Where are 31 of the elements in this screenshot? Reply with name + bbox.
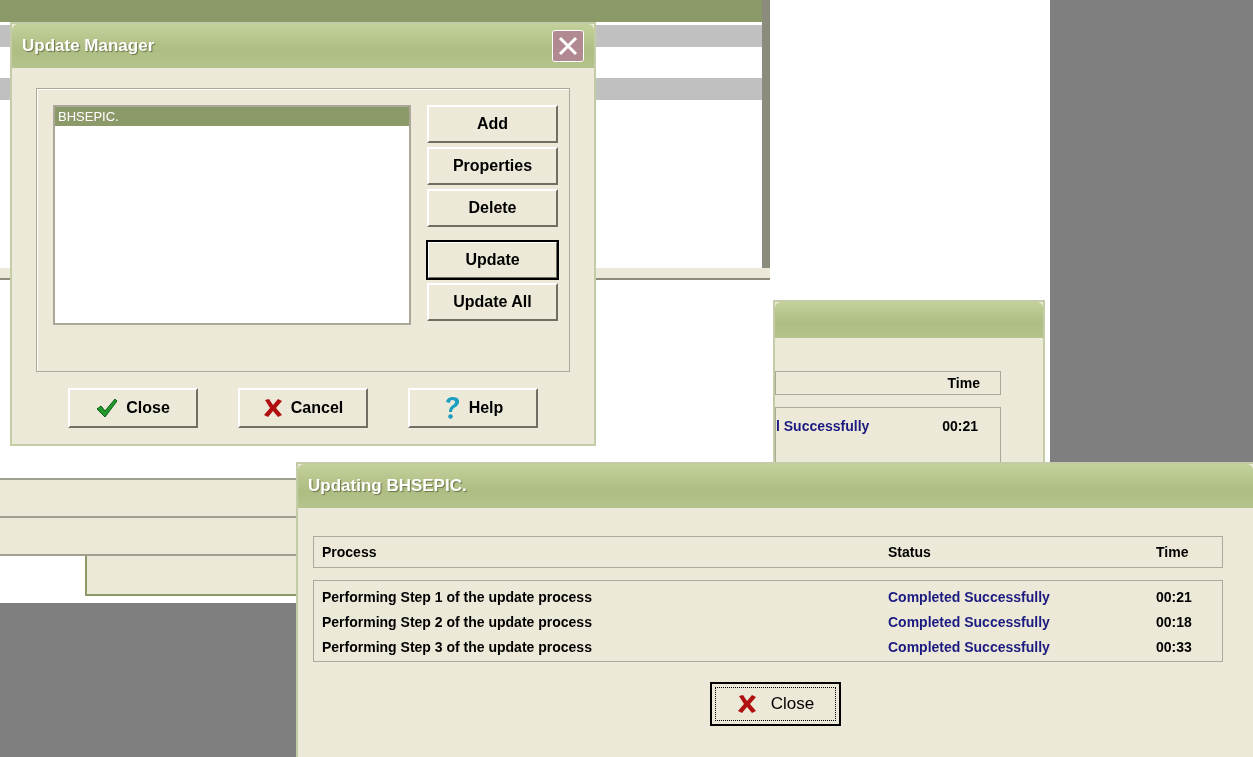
status-text: Completed Successfully bbox=[888, 639, 1051, 655]
dialog-button[interactable]: Close bbox=[68, 388, 198, 428]
dialog-button[interactable]: Cancel bbox=[238, 388, 368, 428]
column-header: Time bbox=[1156, 544, 1190, 560]
process-text: Performing Step 3 of the update process bbox=[322, 639, 593, 655]
dialog-button[interactable]: Properties bbox=[427, 147, 558, 185]
close-icon bbox=[557, 35, 579, 57]
status-text: Completed Successfully bbox=[888, 589, 1051, 605]
dialog-button[interactable]: Add bbox=[427, 105, 558, 143]
dialog-button[interactable]: Delete bbox=[427, 189, 558, 227]
process-text: Performing Step 2 of the update process bbox=[322, 614, 593, 630]
x-icon bbox=[736, 694, 757, 714]
dialog-button[interactable]: Update All bbox=[427, 283, 558, 321]
dialog-button[interactable]: Help bbox=[408, 388, 538, 428]
column-header: Time bbox=[947, 374, 980, 391]
time-text: 00:18 bbox=[1156, 614, 1193, 630]
status-text: Completed Successfully bbox=[888, 614, 1051, 630]
close-button[interactable] bbox=[552, 30, 584, 62]
time-text: 00:33 bbox=[1156, 639, 1193, 655]
window-title: Update Manager bbox=[22, 36, 155, 56]
x-icon bbox=[262, 398, 283, 418]
process-text: Performing Step 1 of the update process bbox=[322, 589, 593, 605]
window-title: Updating BHSEPIC. bbox=[308, 476, 467, 496]
time-text: 00:21 bbox=[1156, 589, 1193, 605]
close-button[interactable]: Close bbox=[710, 682, 841, 726]
column-header: Process bbox=[322, 544, 378, 560]
status-text: l Successfully bbox=[776, 417, 870, 434]
check-icon bbox=[96, 398, 119, 418]
column-header: Status bbox=[888, 544, 932, 560]
time-text: 00:21 bbox=[942, 417, 979, 434]
dialog-button[interactable]: Update bbox=[427, 241, 558, 279]
